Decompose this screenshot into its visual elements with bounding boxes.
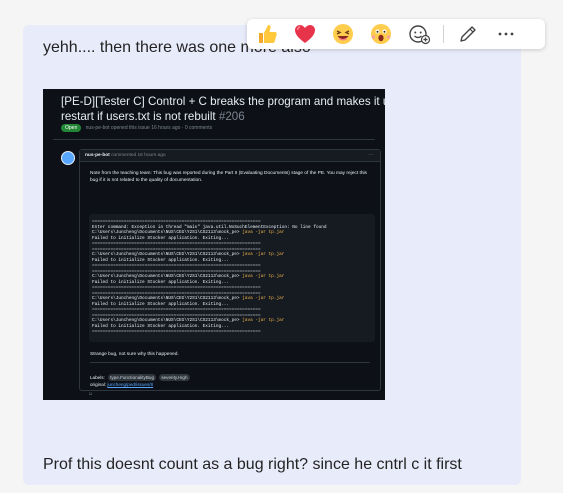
add-reaction-icon[interactable] xyxy=(407,22,431,46)
original-caption: original: xyxy=(90,382,107,387)
labels-caption: Labels: xyxy=(90,375,105,380)
code-line: ========================================… xyxy=(92,329,261,334)
more-options-icon: ··· xyxy=(368,152,374,158)
issue-meta: Open nus-pe-bot opened this issue 16 hou… xyxy=(61,124,212,132)
more-options-icon[interactable] xyxy=(494,22,518,46)
issue-meta-text: nus-pe-bot opened this issue 16 hours ag… xyxy=(85,125,213,131)
divider xyxy=(443,25,444,43)
heart-icon[interactable] xyxy=(293,22,317,46)
comment-header: nus-pe-bot commented 16 hours ago ··· xyxy=(80,150,380,162)
divider xyxy=(53,139,375,140)
issue-labels: Labels: type.FunctionalityBug severity.H… xyxy=(90,374,190,388)
avatar xyxy=(61,151,75,165)
comment-note: Note from the teaching team: This bug wa… xyxy=(90,171,367,183)
edit-icon[interactable] xyxy=(456,22,480,46)
status-badge: Open xyxy=(61,124,82,132)
issue-number: #206 xyxy=(218,110,245,123)
comment-time: commented 16 hours ago xyxy=(111,153,166,158)
issue-comment: nus-pe-bot commented 16 hours ago ··· No… xyxy=(79,149,381,391)
issue-title: [PE-D][Tester C] Control + C breaks the … xyxy=(61,95,385,123)
divider xyxy=(90,362,370,363)
chat-message-bubble: yehh.... then there was one more also [P… xyxy=(23,19,545,485)
message-text: Prof this doesnt count as a bug right? s… xyxy=(43,456,462,473)
emoji-icon: ☺ xyxy=(88,391,94,397)
comment-author: nus-pe-bot xyxy=(85,153,110,158)
code-block: ========================================… xyxy=(89,214,375,342)
original-link: juncheng/ped/issues/8 xyxy=(107,382,154,387)
label-badge: type.FunctionalityBug xyxy=(108,374,157,381)
comment-text: Strange bug, not sure why this happened. xyxy=(90,352,179,357)
attached-screenshot[interactable]: [PE-D][Tester C] Control + C breaks the … xyxy=(43,89,385,400)
thumbs-up-icon[interactable] xyxy=(255,22,279,46)
reaction-toolbar xyxy=(247,19,545,49)
laugh-icon[interactable] xyxy=(331,22,355,46)
label-badge: severity.High xyxy=(159,374,190,381)
surprised-icon[interactable] xyxy=(369,22,393,46)
